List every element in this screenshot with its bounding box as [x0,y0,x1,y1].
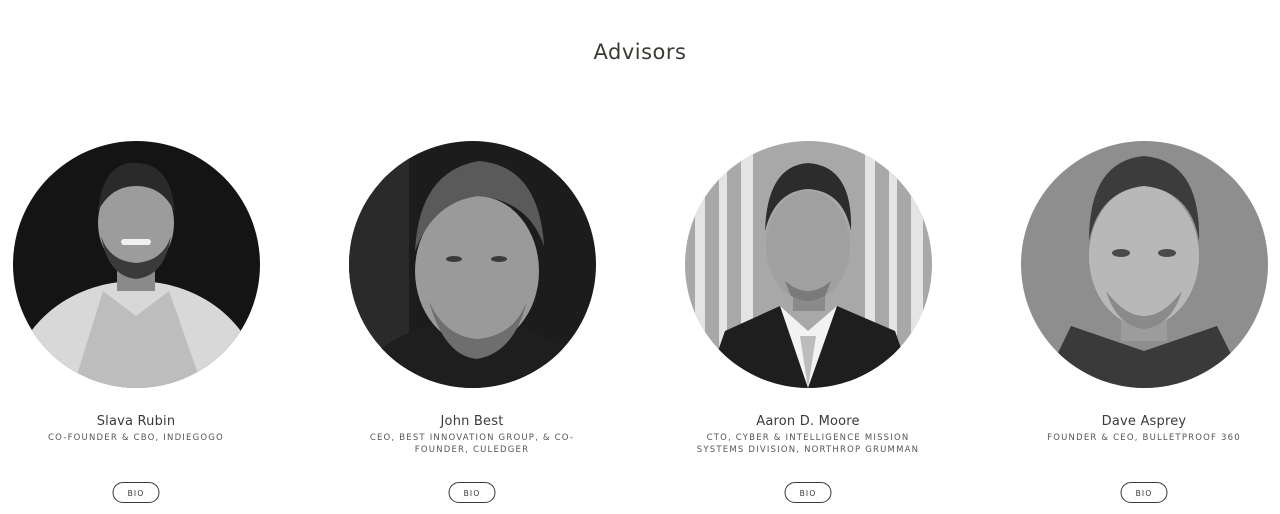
advisor-name: Aaron D. Moore [756,414,860,429]
advisor-role: FOUNDER & CEO, BULLETPROOF 360 [1047,433,1241,443]
advisor-name: Slava Rubin [96,414,176,429]
advisor-photo [12,141,260,388]
advisor-name: Dave Asprey [1101,414,1187,429]
advisor-role: CEO, BEST INNOVATION GROUP, & CO-FOUNDER… [369,433,575,455]
portrait-photo [1020,141,1268,388]
bio-button[interactable]: BIO [112,482,160,503]
advisor-name: John Best [440,414,504,429]
advisor-photo [684,141,932,388]
portrait-photo [684,141,932,388]
bio-button[interactable]: BIO [784,482,832,503]
advisor-card-john-best: John Best CEO, BEST INNOVATION GROUP, & … [312,141,632,503]
advisor-role: CTO, CYBER & INTELLIGENCE MISSION SYSTEM… [696,433,920,455]
advisor-card-slava-rubin: Slava Rubin CO-FOUNDER & CBO, INDIEGOGO … [0,141,296,503]
advisor-role: CO-FOUNDER & CBO, INDIEGOGO [48,433,224,443]
advisor-card-dave-asprey: Dave Asprey FOUNDER & CEO, BULLETPROOF 3… [984,141,1280,503]
portrait-photo [348,141,596,388]
bio-button[interactable]: BIO [1120,482,1168,503]
bio-button[interactable]: BIO [448,482,496,503]
advisor-card-aaron-d-moore: Aaron D. Moore CTO, CYBER & INTELLIGENCE… [648,141,968,503]
section-title: Advisors [593,40,687,64]
portrait-photo [12,141,260,388]
advisor-photo [1020,141,1268,388]
advisor-photo [348,141,596,388]
